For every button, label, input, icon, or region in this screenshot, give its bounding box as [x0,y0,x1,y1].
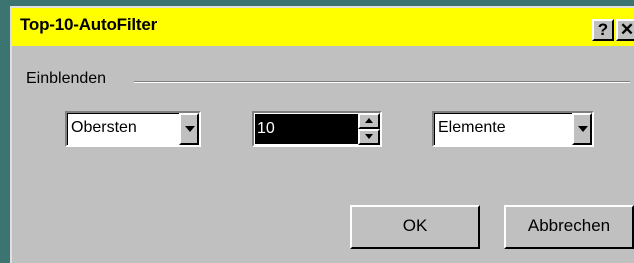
chevron-down-icon [185,126,195,132]
count-spinner[interactable]: 10 [252,111,382,147]
group-label-einblenden: Einblenden [26,70,107,87]
unit-dropdown-button[interactable] [572,113,592,145]
help-button[interactable]: ? [592,19,614,41]
close-button[interactable]: ✕ [616,19,634,41]
position-select[interactable]: Obersten [65,111,201,147]
count-input[interactable]: 10 [255,114,358,144]
spin-down-button[interactable] [358,129,380,145]
dialog-title: Top-10-AutoFilter [20,15,157,34]
chevron-down-icon [578,126,588,132]
group-divider [134,81,630,83]
position-select-value: Obersten [71,119,137,136]
cancel-button[interactable]: Abbrechen [504,205,634,249]
spin-up-button[interactable] [358,113,380,129]
unit-select[interactable]: Elemente [432,111,594,147]
arrow-up-icon [365,118,373,123]
position-dropdown-button[interactable] [179,113,199,145]
count-input-value: 10 [257,120,275,137]
title-bar[interactable]: Top-10-AutoFilter ? ✕ [12,8,634,46]
unit-select-value: Elemente [438,119,506,136]
ok-button[interactable]: OK [350,205,480,249]
top10-autofilter-dialog: Top-10-AutoFilter ? ✕ Einblenden Oberste… [10,6,634,263]
arrow-down-icon [365,134,373,139]
